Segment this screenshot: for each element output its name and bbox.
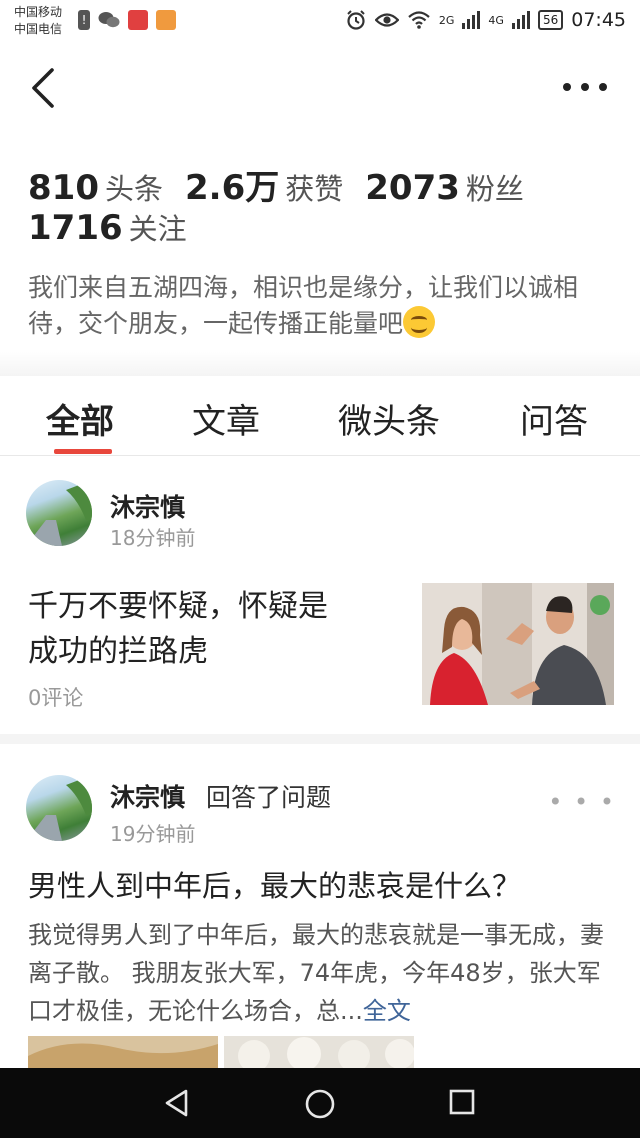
alert-icon: ! [78, 10, 90, 30]
app-orange-icon [156, 10, 176, 30]
recents-square-icon[interactable] [448, 1088, 476, 1116]
post1-comments[interactable]: 0评论 [28, 682, 83, 712]
feed-divider [0, 734, 640, 744]
signal-4g-icon [511, 11, 530, 29]
carrier-labels: 中国移动 中国电信 [14, 4, 62, 38]
content-tabs: 全部 文章 微头条 问答 [0, 376, 640, 456]
active-tab-indicator [54, 449, 112, 454]
post2-action: 回答了问题 [206, 783, 332, 812]
alarm-icon [347, 10, 365, 30]
post1-title-line1[interactable]: 千万不要怀疑，怀疑是 [28, 584, 408, 629]
post1-author[interactable]: 沐宗慎 [110, 488, 185, 524]
notification-icons: ! [78, 10, 176, 30]
clock: 07:45 [571, 9, 626, 31]
post2-author[interactable]: 沐宗慎 [110, 778, 185, 814]
stat-posts-value[interactable]: 810 [28, 168, 99, 208]
post2-more-icon[interactable]: • • • [548, 788, 616, 816]
signal-4g-label: 4G [488, 13, 504, 27]
post2-image-1[interactable] [28, 1036, 218, 1068]
more-horizontal-icon[interactable] [560, 80, 610, 94]
profile-stats: 810 头条 2.6万 获赞 2073 粉丝 1716 关注 [28, 160, 618, 252]
smile-emoji-icon [403, 306, 436, 338]
home-circle-icon[interactable] [304, 1088, 336, 1120]
post2-excerpt[interactable]: 我觉得男人到了中年后，最大的悲哀就是一事无成，妻离子散。 我朋友张大军，74年虎… [28, 916, 613, 1030]
wifi-icon [408, 11, 430, 29]
avatar[interactable] [26, 775, 92, 841]
tab-qa[interactable]: 问答 [520, 394, 588, 443]
post1-title[interactable]: 千万不要怀疑，怀疑是 成功的拦路虎 [28, 584, 408, 674]
tab-articles[interactable]: 文章 [192, 394, 260, 443]
carrier-2: 中国电信 [14, 22, 63, 36]
post1-thumbnail[interactable] [422, 583, 614, 705]
profile-bio: 我们来自五湖四海，相识也是缘分，让我们以诚相待，交个朋友，一起传播正能量吧 [28, 270, 618, 342]
stat-fans-value[interactable]: 2073 [365, 168, 460, 208]
signal-2g-icon [462, 11, 481, 29]
avatar[interactable] [26, 480, 92, 546]
post2-image-2[interactable] [224, 1036, 414, 1068]
stat-fans-label[interactable]: 粉丝 [466, 166, 524, 208]
section-separator [0, 352, 640, 376]
app-red-icon [128, 10, 148, 30]
stat-posts-label[interactable]: 头条 [105, 166, 163, 208]
post2-time: 19分钟前 [110, 822, 196, 846]
stat-following-label[interactable]: 关注 [129, 206, 187, 248]
tab-all[interactable]: 全部 [46, 394, 114, 443]
stats-row-1: 810 头条 2.6万 获赞 2073 粉丝 [28, 160, 618, 209]
system-navigation-bar [0, 1068, 640, 1138]
status-bar: 中国移动 中国电信 ! 2G 4G 56 07:45 [0, 0, 640, 44]
stat-likes-label[interactable]: 获赞 [285, 166, 343, 208]
back-triangle-icon[interactable] [162, 1088, 192, 1118]
wechat-icon [98, 12, 120, 28]
tab-micro-posts[interactable]: 微头条 [338, 394, 440, 443]
top-nav [0, 44, 640, 134]
full-text-link[interactable]: 全文 [363, 997, 411, 1025]
system-status: 2G 4G 56 07:45 [345, 9, 626, 31]
post1-time: 18分钟前 [110, 526, 196, 550]
battery-indicator: 56 [537, 10, 564, 30]
post1-title-line2[interactable]: 成功的拦路虎 [28, 629, 408, 674]
signal-2g-label: 2G [438, 13, 455, 27]
stats-row-2: 1716 关注 [28, 206, 618, 252]
post2-excerpt-text: 我觉得男人到了中年后，最大的悲哀就是一事无成，妻离子散。 我朋友张大军，74年虎… [28, 921, 604, 1025]
stat-following-value[interactable]: 1716 [28, 208, 123, 248]
eye-icon [374, 13, 399, 27]
post2-question-title[interactable]: 男性人到中年后，最大的悲哀是什么？ [28, 864, 618, 909]
carrier-1: 中国移动 [14, 5, 63, 19]
bio-text: 我们来自五湖四海，相识也是缘分，让我们以诚相待，交个朋友，一起传播正能量吧 [28, 273, 579, 338]
chevron-left-icon[interactable] [24, 64, 64, 112]
stat-likes-value[interactable]: 2.6万 [185, 160, 279, 209]
